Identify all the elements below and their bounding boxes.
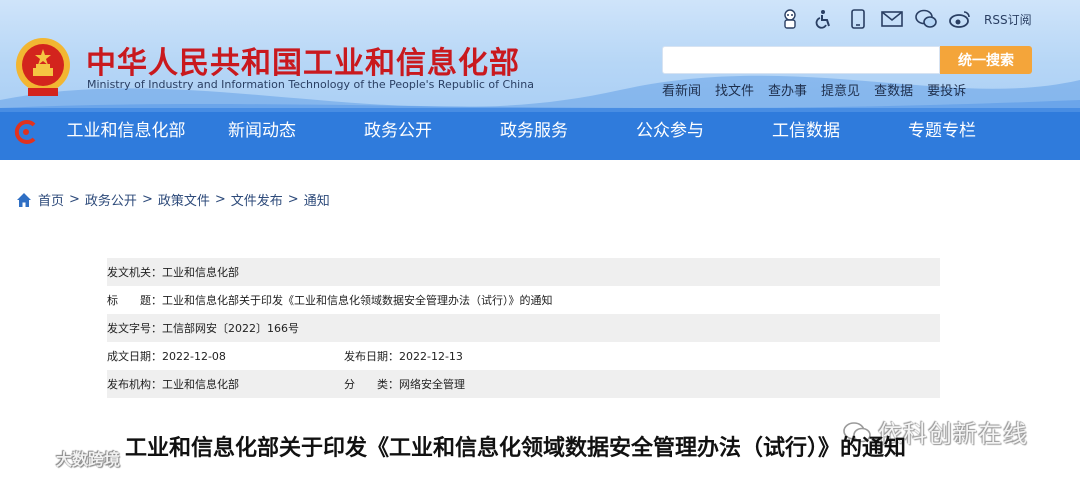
watermark-left: 大数跨境 <box>10 446 120 470</box>
weibo-icon[interactable] <box>948 7 972 31</box>
meta-created-value: 2022-12-08 <box>162 349 226 363</box>
meta-title-label: 标 题： <box>107 294 162 307</box>
meta-created-cell: 成文日期： 2022-12-08 <box>107 348 344 364</box>
breadcrumb-separator: > <box>141 192 153 207</box>
breadcrumb-notice[interactable]: 通知 <box>304 190 330 209</box>
meta-org-cell: 发布机构： 工业和信息化部 <box>107 376 344 392</box>
nav-item-public-participation[interactable]: 公众参与 <box>602 113 738 149</box>
breadcrumb-policy-documents[interactable]: 政策文件 <box>158 190 210 209</box>
meta-published-cell: 发布日期： 2022-12-13 <box>344 348 463 364</box>
meta-created-label: 成文日期： <box>107 350 162 363</box>
quick-link-feedback[interactable]: 提意见 <box>821 80 860 99</box>
rss-link[interactable]: RSS订阅 <box>984 11 1032 28</box>
nav-item-news[interactable]: 新闻动态 <box>194 113 330 149</box>
site-subtitle: Ministry of Industry and Information Tec… <box>87 78 534 91</box>
meta-category-value[interactable]: 网络安全管理 <box>399 376 465 392</box>
meta-row-title: 标 题： 工业和信息化部关于印发《工业和信息化领域数据安全管理办法（试行）》的通… <box>107 286 940 314</box>
mobile-icon[interactable] <box>846 7 870 31</box>
accessibility-icon[interactable] <box>812 7 836 31</box>
meta-org-label: 发布机构： <box>107 378 162 391</box>
top-utility-bar: RSS订阅 <box>778 6 1032 32</box>
nav-item-government-affairs[interactable]: 政务公开 <box>330 113 466 149</box>
meta-row-issuer: 发文机关： 工业和信息化部 <box>107 258 940 286</box>
quick-link-data[interactable]: 查数据 <box>874 80 913 99</box>
site-header: 中华人民共和国工业和信息化部 Ministry of Industry and … <box>0 0 1080 160</box>
site-title: 中华人民共和国工业和信息化部 <box>86 46 520 81</box>
meta-doc-number-label: 发文字号： <box>107 322 162 335</box>
meta-row-dates: 成文日期： 2022-12-08 发布日期： 2022-12-13 <box>107 342 940 370</box>
quick-link-services[interactable]: 查办事 <box>768 80 807 99</box>
quick-link-news[interactable]: 看新闻 <box>662 80 701 99</box>
nav-item-data[interactable]: 工信数据 <box>738 113 874 149</box>
mail-icon[interactable] <box>880 7 904 31</box>
breadcrumb: 首页 > 政务公开 > 政策文件 > 文件发布 > 通知 <box>16 190 330 209</box>
quick-link-complaint[interactable]: 要投诉 <box>927 80 966 99</box>
meta-org-value: 工业和信息化部 <box>162 378 239 391</box>
meta-doc-number-value: 工信部网安〔2022〕166号 <box>162 322 299 335</box>
mascot-icon[interactable] <box>778 7 802 31</box>
quick-link-documents[interactable]: 找文件 <box>715 80 754 99</box>
nav-item-ministry[interactable]: 工业和信息化部 <box>58 113 194 149</box>
nav-item-services[interactable]: 政务服务 <box>466 113 602 149</box>
breadcrumb-separator: > <box>214 192 226 207</box>
national-emblem-icon <box>16 38 70 96</box>
breadcrumb-separator: > <box>287 192 299 207</box>
meta-category-label: 分 类： <box>344 378 399 391</box>
nav-item-topics[interactable]: 专题专栏 <box>874 113 1010 149</box>
search-input[interactable] <box>662 46 940 74</box>
meta-title-value: 工业和信息化部关于印发《工业和信息化领域数据安全管理办法（试行）》的通知 <box>162 294 553 307</box>
document-heading: 工业和信息化部关于印发《工业和信息化领域数据安全管理办法（试行）》的通知 <box>125 436 907 461</box>
watermark-left-text: 大数跨境 <box>56 450 121 469</box>
ministry-logo-icon[interactable] <box>12 118 40 146</box>
main-nav: 工业和信息化部 新闻动态 政务公开 政务服务 公众参与 工信数据 专题专栏 <box>58 113 1080 149</box>
meta-row-org: 发布机构： 工业和信息化部 分 类： 网络安全管理 <box>107 370 940 398</box>
meta-category-cell: 分 类： 网络安全管理 <box>344 376 465 392</box>
document-metadata-table: 发文机关： 工业和信息化部 标 题： 工业和信息化部关于印发《工业和信息化领域数… <box>107 258 940 398</box>
breadcrumb-home[interactable]: 首页 <box>38 190 64 209</box>
watermark-logo-icon <box>12 450 50 467</box>
quick-links: 看新闻 找文件 查办事 提意见 查数据 要投诉 <box>662 80 980 99</box>
home-icon[interactable] <box>16 192 32 208</box>
search-button[interactable]: 统一搜索 <box>940 46 1032 74</box>
wechat-icon[interactable] <box>914 7 938 31</box>
breadcrumb-separator: > <box>69 192 80 207</box>
meta-published-value: 2022-12-13 <box>399 349 463 363</box>
meta-row-doc-number: 发文字号： 工信部网安〔2022〕166号 <box>107 314 940 342</box>
meta-issuer-value: 工业和信息化部 <box>162 266 239 279</box>
breadcrumb-file-release[interactable]: 文件发布 <box>231 190 283 209</box>
breadcrumb-government-affairs[interactable]: 政务公开 <box>85 190 137 209</box>
meta-published-label: 发布日期： <box>344 350 399 363</box>
meta-issuer-label: 发文机关： <box>107 266 162 279</box>
